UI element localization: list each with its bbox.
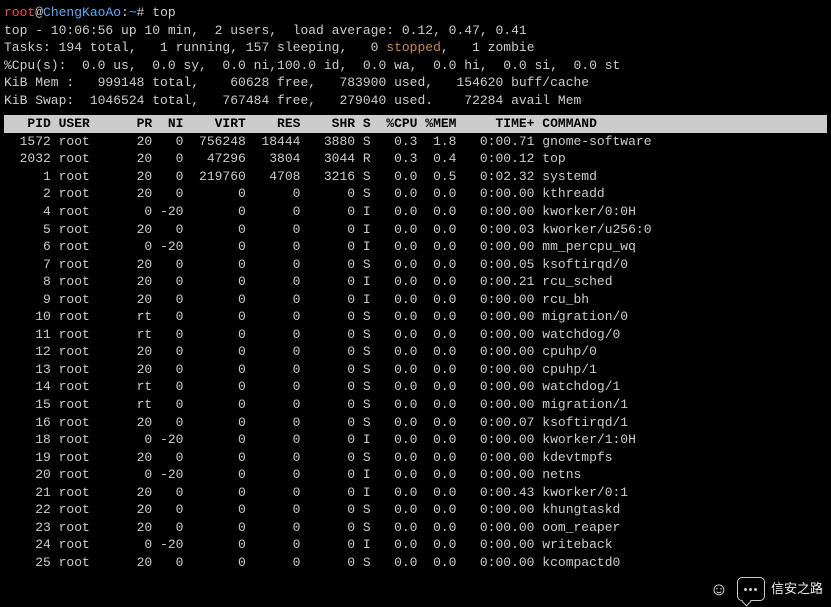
channel-name: 信安之路	[771, 580, 823, 598]
stopped-label: stopped	[386, 40, 441, 55]
process-row[interactable]: 24 root 0 -20 0 0 0 I 0.0 0.0 0:00.00 wr…	[4, 536, 827, 554]
process-row[interactable]: 8 root 20 0 0 0 0 I 0.0 0.0 0:00.21 rcu_…	[4, 273, 827, 291]
process-columns-header: PID USER PR NI VIRT RES SHR S %CPU %MEM …	[4, 115, 827, 133]
summary-swap: KiB Swap: 1046524 total, 767484 free, 27…	[4, 92, 827, 110]
process-row[interactable]: 2032 root 20 0 47296 3804 3044 R 0.3 0.4…	[4, 150, 827, 168]
process-row[interactable]: 14 root rt 0 0 0 0 S 0.0 0.0 0:00.00 wat…	[4, 378, 827, 396]
process-row[interactable]: 13 root 20 0 0 0 0 S 0.0 0.0 0:00.00 cpu…	[4, 361, 827, 379]
process-row[interactable]: 16 root 20 0 0 0 0 S 0.0 0.0 0:00.07 kso…	[4, 414, 827, 432]
process-row[interactable]: 6 root 0 -20 0 0 0 I 0.0 0.0 0:00.00 mm_…	[4, 238, 827, 256]
process-row[interactable]: 20 root 0 -20 0 0 0 I 0.0 0.0 0:00.00 ne…	[4, 466, 827, 484]
smile-icon: ☺	[707, 577, 731, 601]
prompt-path: ~	[129, 5, 137, 20]
wechat-overlay: ☺ 信安之路	[707, 577, 823, 601]
process-row[interactable]: 22 root 20 0 0 0 0 S 0.0 0.0 0:00.00 khu…	[4, 501, 827, 519]
process-row[interactable]: 1 root 20 0 219760 4708 3216 S 0.0 0.5 0…	[4, 168, 827, 186]
summary-uptime: top - 10:06:56 up 10 min, 2 users, load …	[4, 22, 827, 40]
process-row[interactable]: 9 root 20 0 0 0 0 I 0.0 0.0 0:00.00 rcu_…	[4, 291, 827, 309]
chat-bubble-icon	[737, 577, 765, 601]
process-row[interactable]: 7 root 20 0 0 0 0 S 0.0 0.0 0:00.05 ksof…	[4, 256, 827, 274]
typed-command[interactable]: top	[152, 5, 175, 20]
process-row[interactable]: 25 root 20 0 0 0 0 S 0.0 0.0 0:00.00 kco…	[4, 554, 827, 572]
process-row[interactable]: 10 root rt 0 0 0 0 S 0.0 0.0 0:00.00 mig…	[4, 308, 827, 326]
process-row[interactable]: 11 root rt 0 0 0 0 S 0.0 0.0 0:00.00 wat…	[4, 326, 827, 344]
shell-prompt: root@ChengKaoAo:~# top	[4, 4, 827, 22]
process-row[interactable]: 18 root 0 -20 0 0 0 I 0.0 0.0 0:00.00 kw…	[4, 431, 827, 449]
summary-mem: KiB Mem : 999148 total, 60628 free, 7839…	[4, 74, 827, 92]
summary-tasks: Tasks: 194 total, 1 running, 157 sleepin…	[4, 39, 827, 57]
process-row[interactable]: 4 root 0 -20 0 0 0 I 0.0 0.0 0:00.00 kwo…	[4, 203, 827, 221]
summary-cpu: %Cpu(s): 0.0 us, 0.0 sy, 0.0 ni,100.0 id…	[4, 57, 827, 75]
process-row[interactable]: 21 root 20 0 0 0 0 I 0.0 0.0 0:00.43 kwo…	[4, 484, 827, 502]
process-list[interactable]: 1572 root 20 0 756248 18444 3880 S 0.3 1…	[4, 133, 827, 572]
prompt-user: root	[4, 5, 35, 20]
process-row[interactable]: 23 root 20 0 0 0 0 S 0.0 0.0 0:00.00 oom…	[4, 519, 827, 537]
process-row[interactable]: 1572 root 20 0 756248 18444 3880 S 0.3 1…	[4, 133, 827, 151]
process-row[interactable]: 5 root 20 0 0 0 0 I 0.0 0.0 0:00.03 kwor…	[4, 221, 827, 239]
process-row[interactable]: 2 root 20 0 0 0 0 S 0.0 0.0 0:00.00 kthr…	[4, 185, 827, 203]
process-row[interactable]: 15 root rt 0 0 0 0 S 0.0 0.0 0:00.00 mig…	[4, 396, 827, 414]
process-row[interactable]: 12 root 20 0 0 0 0 S 0.0 0.0 0:00.00 cpu…	[4, 343, 827, 361]
prompt-host: ChengKaoAo	[43, 5, 121, 20]
process-row[interactable]: 19 root 20 0 0 0 0 S 0.0 0.0 0:00.00 kde…	[4, 449, 827, 467]
